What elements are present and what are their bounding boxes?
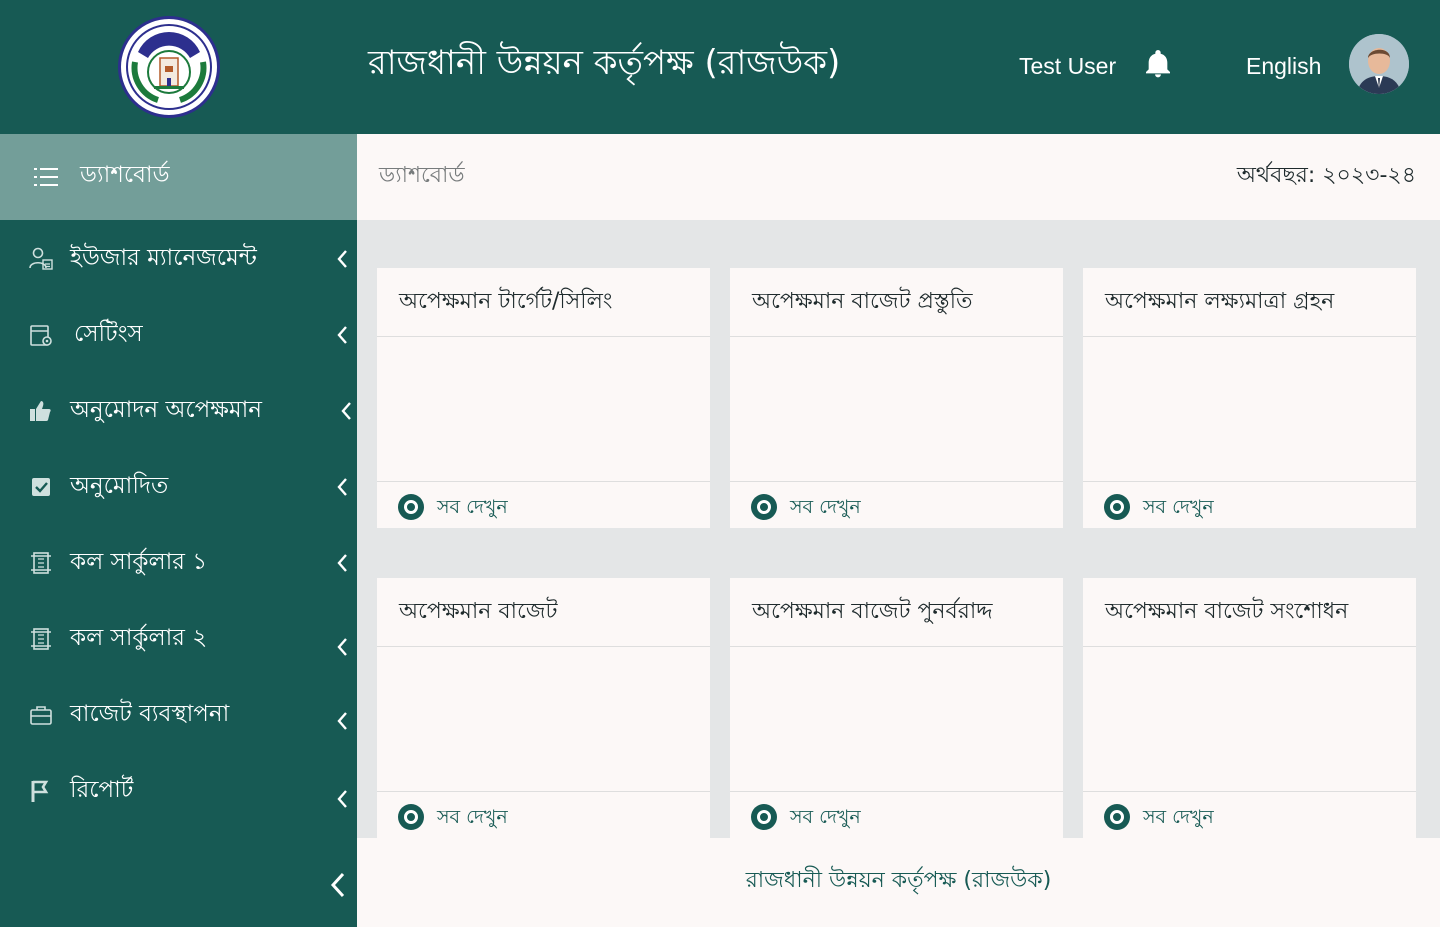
divider	[1083, 646, 1416, 647]
card-pending-target-acceptance: অপেক্ষমান লক্ষ্যমাত্রা গ্রহন সব দেখুন	[1083, 268, 1416, 528]
sidebar-item-label: বাজেট ব্যবস্থাপনা	[70, 701, 230, 727]
divider	[1083, 481, 1416, 482]
language-toggle[interactable]: English	[1246, 51, 1321, 81]
sidebar: ড্যাশবোর্ড ইউজার ম্যানেজমেন্ট সেটিংস অনু…	[0, 134, 357, 927]
eye-icon	[398, 804, 424, 830]
bell-icon[interactable]	[1142, 48, 1174, 80]
sidebar-item-settings[interactable]: সেটিংস	[0, 306, 357, 366]
sidebar-item-label: অনুমোদন অপেক্ষমান	[70, 397, 263, 423]
view-all-label: সব দেখুন	[1143, 806, 1214, 828]
view-all-label: সব দেখুন	[1143, 496, 1214, 518]
sidebar-item-dashboard[interactable]: ড্যাশবোর্ড	[0, 134, 357, 220]
divider	[730, 481, 1063, 482]
user-name[interactable]: Test User	[1019, 51, 1116, 81]
sidebar-item-label: কল সার্কুলার ২	[70, 625, 208, 651]
divider	[377, 336, 710, 337]
card-pending-budget-revision: অপেক্ষমান বাজেট সংশোধন সব দেখুন	[1083, 578, 1416, 838]
chevron-left-icon	[337, 790, 347, 808]
view-all-link[interactable]: সব দেখুন	[748, 492, 861, 522]
divider	[377, 481, 710, 482]
view-all-link[interactable]: সব দেখুন	[1101, 492, 1214, 522]
eye-icon	[1104, 804, 1130, 830]
chevron-left-icon	[337, 712, 347, 730]
footer-text: রাজধানী উন্নয়ন কর্তৃপক্ষ (রাজউক)	[745, 868, 1052, 893]
card-pending-budget: অপেক্ষমান বাজেট সব দেখুন	[377, 578, 710, 838]
sidebar-item-budget-management[interactable]: বাজেট ব্যবস্থাপনা	[0, 686, 357, 746]
card-pending-budget-preparation: অপেক্ষমান বাজেট প্রস্তুতি সব দেখুন	[730, 268, 1063, 528]
view-all-link[interactable]: সব দেখুন	[1101, 802, 1214, 832]
sidebar-item-label: কল সার্কুলার ১	[70, 549, 208, 575]
rajuk-logo[interactable]	[118, 16, 220, 118]
chevron-left-icon	[337, 554, 347, 572]
card-pending-budget-reallocation: অপেক্ষমান বাজেট পুনর্বরাদ্দ সব দেখুন	[730, 578, 1063, 838]
user-avatar[interactable]	[1349, 34, 1409, 94]
sidebar-item-label: অনুমোদিত	[70, 473, 169, 499]
circular-icon	[31, 628, 51, 650]
view-all-label: সব দেখুন	[437, 496, 508, 518]
chevron-left-icon	[337, 478, 347, 496]
sidebar-item-report[interactable]: রিপোর্ট	[0, 762, 357, 822]
chevron-left-icon	[337, 638, 347, 656]
check-square-icon	[32, 478, 50, 496]
divider	[377, 791, 710, 792]
card-title: অপেক্ষমান বাজেট পুনর্বরাদ্দ	[752, 599, 993, 624]
circular-icon	[31, 552, 51, 574]
thumbs-up-icon	[30, 401, 51, 421]
chevron-left-icon	[341, 402, 351, 420]
view-all-label: সব দেখুন	[790, 806, 861, 828]
chevron-left-icon	[337, 326, 347, 344]
footer: রাজধানী উন্নয়ন কর্তৃপক্ষ (রাজউক)	[357, 838, 1440, 927]
flag-icon	[31, 780, 49, 802]
sidebar-item-label: রিপোর্ট	[70, 777, 134, 803]
view-all-label: সব দেখুন	[437, 806, 508, 828]
users-icon	[29, 247, 53, 270]
sidebar-item-approval-pending[interactable]: অনুমোদন অপেক্ষমান	[0, 382, 357, 442]
fiscal-year: অর্থবছর: ২০২৩-২৪	[1236, 163, 1416, 188]
breadcrumb[interactable]: ড্যাশবোর্ড	[379, 161, 465, 191]
eye-icon	[398, 494, 424, 520]
card-title: অপেক্ষমান বাজেট সংশোধন	[1105, 599, 1349, 624]
top-header: রাজধানী উন্নয়ন কর্তৃপক্ষ (রাজউক) Test U…	[0, 0, 1440, 134]
sidebar-item-label: ড্যাশবোর্ড	[80, 162, 170, 188]
card-title: অপেক্ষমান বাজেট প্রস্তুতি	[752, 289, 973, 314]
divider	[730, 336, 1063, 337]
eye-icon	[751, 804, 777, 830]
view-all-link[interactable]: সব দেখুন	[395, 802, 508, 832]
card-title: অপেক্ষমান বাজেট	[399, 599, 558, 624]
menu-icon[interactable]	[34, 166, 58, 188]
view-all-link[interactable]: সব দেখুন	[395, 492, 508, 522]
sidebar-item-label: ইউজার ম্যানেজমেন্ট	[70, 245, 257, 271]
divider	[730, 646, 1063, 647]
eye-icon	[751, 494, 777, 520]
divider	[1083, 791, 1416, 792]
divider	[1083, 336, 1416, 337]
view-all-label: সব দেখুন	[790, 496, 861, 518]
seal-icon	[126, 24, 212, 110]
avatar-photo-icon	[1349, 34, 1409, 94]
sidebar-item-call-circular-2[interactable]: কল সার্কুলার ২	[0, 610, 357, 670]
view-all-link[interactable]: সব দেখুন	[748, 802, 861, 832]
sidebar-item-user-management[interactable]: ইউজার ম্যানেজমেন্ট	[0, 230, 357, 290]
chevron-left-icon	[337, 250, 347, 268]
card-title: অপেক্ষমান লক্ষ্যমাত্রা গ্রহন	[1105, 289, 1335, 314]
settings-icon	[30, 325, 52, 346]
card-pending-target-ceiling: অপেক্ষমান টার্গেট/সিলিং সব দেখুন	[377, 268, 710, 528]
divider	[730, 791, 1063, 792]
briefcase-icon	[30, 706, 52, 725]
sidebar-item-call-circular-1[interactable]: কল সার্কুলার ১	[0, 534, 357, 594]
page-header: ড্যাশবোর্ড অর্থবছর: ২০২৩-২৪	[357, 134, 1440, 220]
divider	[377, 646, 710, 647]
card-title: অপেক্ষমান টার্গেট/সিলিং	[399, 289, 613, 314]
sidebar-item-approved[interactable]: অনুমোদিত	[0, 458, 357, 518]
collapse-sidebar-icon[interactable]	[328, 870, 348, 900]
app-title: রাজধানী উন্নয়ন কর্তৃপক্ষ (রাজউক)	[368, 43, 841, 83]
sidebar-item-label: সেটিংস	[74, 321, 143, 347]
eye-icon	[1104, 494, 1130, 520]
